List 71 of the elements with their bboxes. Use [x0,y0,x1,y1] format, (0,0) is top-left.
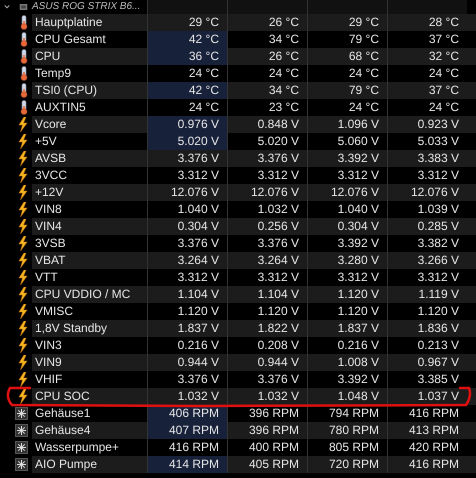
sensor-name: +12V [34,184,64,201]
lightning-icon [18,117,28,132]
sensor-value: 1.032 V [147,388,227,405]
sensor-value: 720 RPM [307,456,387,473]
sensor-name: CPU [34,48,62,65]
lightning-icon [18,287,28,302]
sensor-name: Gehäuse4 [34,422,92,439]
sensor-name: CPU SOC [34,388,91,405]
sensor-value: 1.037 V [387,388,467,405]
sensor-value: 416 RPM [387,456,467,473]
sensor-name: Vcore [34,116,68,133]
sensor-value: 42 °C [147,31,227,48]
lightning-icon [18,355,28,370]
sensor-value: 1.048 V [307,388,387,405]
chip-icon [19,2,28,12]
sensor-value: 0.976 V [147,116,227,133]
lightning-icon [18,253,28,268]
sensor-name: CPU Gesamt [34,31,107,48]
thermometer-icon [20,15,28,30]
sensor-name: 1,8V Standby [34,320,108,337]
sensor-name: AVSB [34,150,68,167]
lightning-icon [18,134,28,149]
sensor-value: 42 °C [147,82,227,99]
lightning-icon [18,304,28,319]
lightning-icon [18,202,28,217]
sensor-name: VIN4 [34,218,63,235]
sensor-name: CPU VDDIO / MC [34,286,132,303]
sensor-value: 36 °C [147,48,227,65]
thermometer-icon [20,32,28,47]
sensor-name: 3VSB [34,235,67,252]
sensor-name: 3VCC [34,167,68,184]
lightning-icon [18,389,28,404]
sensor-name: Gehäuse1 [34,405,92,422]
sensor-name: AUXTIN5 [34,99,87,116]
lightning-icon [18,219,28,234]
fan-icon [15,424,28,437]
lightning-icon [18,270,28,285]
sensor-name: VMISC [34,303,74,320]
lightning-icon [18,321,28,336]
lightning-icon [18,151,28,166]
sensor-name: VIN9 [34,354,63,371]
lightning-icon [18,236,28,251]
sensor-name: VIN3 [34,337,63,354]
lightning-icon [18,338,28,353]
sensor-name: AIO Pumpe [34,456,98,473]
sensor-value: 407 RPM [147,422,227,439]
lightning-icon [18,372,28,387]
sensor-value: 405 RPM [227,456,307,473]
sensor-name: Temp9 [34,65,72,82]
sensor-name: VTT [34,269,59,286]
sensor-name: Hauptplatine [34,14,104,31]
thermometer-icon [20,100,28,115]
sensor-value: 1.032 V [227,388,307,405]
fan-icon [15,458,28,471]
fan-icon [15,441,28,454]
sensor-value: 5.020 V [147,133,227,150]
thermometer-icon [20,66,28,81]
sensor-name: TSI0 (CPU) [34,82,98,99]
sensor-name: VBAT [34,252,66,269]
sensor-group-title: ASUS ROG STRIX B6... [32,0,142,14]
sensor-name: Wasserpumpe+ [34,439,120,456]
fan-icon [15,407,28,420]
lightning-icon [18,168,28,183]
sensor-name: VIN8 [34,201,63,218]
sensor-name: VHIF [34,371,64,388]
thermometer-icon [20,83,28,98]
lightning-icon [18,185,28,200]
sensor-name: +5V [34,133,58,150]
sensor-value: 414 RPM [147,456,227,473]
chevron-icon[interactable] [4,4,10,10]
thermometer-icon [20,49,28,64]
